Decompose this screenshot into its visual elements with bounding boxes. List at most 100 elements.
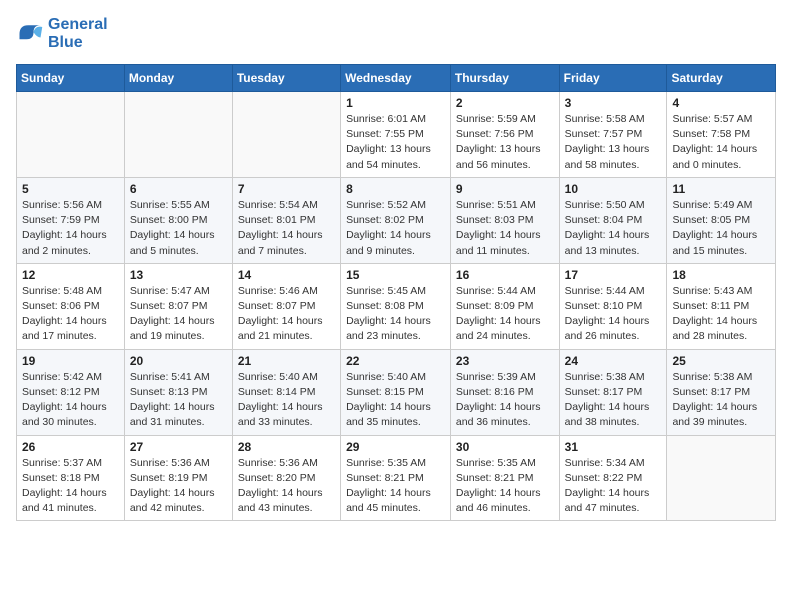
day-number: 25 [672,354,770,368]
day-cell: 5 Sunrise: 5:56 AMSunset: 7:59 PMDaylight… [17,177,125,263]
day-info: Sunrise: 5:45 AMSunset: 8:08 PMDaylight:… [346,284,445,345]
calendar-table: SundayMondayTuesdayWednesdayThursdayFrid… [16,64,776,521]
day-cell: 16 Sunrise: 5:44 AMSunset: 8:09 PMDayligh… [450,263,559,349]
calendar-body: 1 Sunrise: 6:01 AMSunset: 7:55 PMDaylight… [17,92,776,521]
day-number: 31 [565,440,662,454]
day-info: Sunrise: 5:36 AMSunset: 8:19 PMDaylight:… [130,456,227,517]
day-cell: 7 Sunrise: 5:54 AMSunset: 8:01 PMDaylight… [232,177,340,263]
day-number: 1 [346,96,445,110]
weekday-sunday: Sunday [17,65,125,92]
day-cell: 28 Sunrise: 5:36 AMSunset: 8:20 PMDayligh… [232,435,340,521]
day-cell: 13 Sunrise: 5:47 AMSunset: 8:07 PMDayligh… [124,263,232,349]
day-info: Sunrise: 5:39 AMSunset: 8:16 PMDaylight:… [456,370,554,431]
day-info: Sunrise: 5:34 AMSunset: 8:22 PMDaylight:… [565,456,662,517]
day-number: 26 [22,440,119,454]
day-info: Sunrise: 5:41 AMSunset: 8:13 PMDaylight:… [130,370,227,431]
day-number: 17 [565,268,662,282]
week-row-2: 5 Sunrise: 5:56 AMSunset: 7:59 PMDaylight… [17,177,776,263]
day-info: Sunrise: 5:36 AMSunset: 8:20 PMDaylight:… [238,456,335,517]
day-info: Sunrise: 5:50 AMSunset: 8:04 PMDaylight:… [565,198,662,259]
day-cell: 2 Sunrise: 5:59 AMSunset: 7:56 PMDaylight… [450,92,559,178]
day-number: 7 [238,182,335,196]
week-row-1: 1 Sunrise: 6:01 AMSunset: 7:55 PMDaylight… [17,92,776,178]
logo: General Blue [16,16,108,52]
day-info: Sunrise: 5:38 AMSunset: 8:17 PMDaylight:… [565,370,662,431]
day-number: 27 [130,440,227,454]
day-number: 4 [672,96,770,110]
day-cell [667,435,776,521]
weekday-wednesday: Wednesday [341,65,451,92]
day-info: Sunrise: 5:38 AMSunset: 8:17 PMDaylight:… [672,370,770,431]
day-number: 24 [565,354,662,368]
weekday-thursday: Thursday [450,65,559,92]
day-info: Sunrise: 5:44 AMSunset: 8:09 PMDaylight:… [456,284,554,345]
day-cell: 27 Sunrise: 5:36 AMSunset: 8:19 PMDayligh… [124,435,232,521]
day-cell: 12Sunrise: 5:48 AMSunset: 8:06 PMDayligh… [17,263,125,349]
day-cell: 31 Sunrise: 5:34 AMSunset: 8:22 PMDayligh… [559,435,667,521]
day-number: 2 [456,96,554,110]
logo-icon [16,20,44,48]
day-number: 13 [130,268,227,282]
day-number: 11 [672,182,770,196]
day-cell: 20 Sunrise: 5:41 AMSunset: 8:13 PMDayligh… [124,349,232,435]
day-info: Sunrise: 5:56 AMSunset: 7:59 PMDaylight:… [22,198,119,259]
day-info: Sunrise: 5:44 AMSunset: 8:10 PMDaylight:… [565,284,662,345]
day-cell: 8 Sunrise: 5:52 AMSunset: 8:02 PMDaylight… [341,177,451,263]
weekday-friday: Friday [559,65,667,92]
day-cell: 22 Sunrise: 5:40 AMSunset: 8:15 PMDayligh… [341,349,451,435]
day-info: Sunrise: 5:52 AMSunset: 8:02 PMDaylight:… [346,198,445,259]
day-number: 8 [346,182,445,196]
day-number: 14 [238,268,335,282]
day-info: Sunrise: 5:43 AMSunset: 8:11 PMDaylight:… [672,284,770,345]
day-cell: 15 Sunrise: 5:45 AMSunset: 8:08 PMDayligh… [341,263,451,349]
day-cell: 24 Sunrise: 5:38 AMSunset: 8:17 PMDayligh… [559,349,667,435]
weekday-monday: Monday [124,65,232,92]
day-number: 12 [22,268,119,282]
day-info: Sunrise: 5:58 AMSunset: 7:57 PMDaylight:… [565,112,662,173]
day-info: Sunrise: 5:55 AMSunset: 8:00 PMDaylight:… [130,198,227,259]
day-cell: 21Sunrise: 5:40 AMSunset: 8:14 PMDayligh… [232,349,340,435]
day-info: Sunrise: 5:59 AMSunset: 7:56 PMDaylight:… [456,112,554,173]
day-number: 5 [22,182,119,196]
day-number: 6 [130,182,227,196]
day-cell: 23 Sunrise: 5:39 AMSunset: 8:16 PMDayligh… [450,349,559,435]
day-cell: 30 Sunrise: 5:35 AMSunset: 8:21 PMDayligh… [450,435,559,521]
day-number: 16 [456,268,554,282]
day-number: 15 [346,268,445,282]
day-info: Sunrise: 6:01 AMSunset: 7:55 PMDaylight:… [346,112,445,173]
day-cell [124,92,232,178]
day-info: Sunrise: 5:49 AMSunset: 8:05 PMDaylight:… [672,198,770,259]
day-info: Sunrise: 5:40 AMSunset: 8:15 PMDaylight:… [346,370,445,431]
day-cell: 11 Sunrise: 5:49 AMSunset: 8:05 PMDayligh… [667,177,776,263]
day-info: Sunrise: 5:47 AMSunset: 8:07 PMDaylight:… [130,284,227,345]
day-cell: 6 Sunrise: 5:55 AMSunset: 8:00 PMDaylight… [124,177,232,263]
day-cell: 10Sunrise: 5:50 AMSunset: 8:04 PMDayligh… [559,177,667,263]
day-cell: 1 Sunrise: 6:01 AMSunset: 7:55 PMDaylight… [341,92,451,178]
day-number: 9 [456,182,554,196]
day-cell [232,92,340,178]
day-number: 18 [672,268,770,282]
day-number: 28 [238,440,335,454]
day-info: Sunrise: 5:35 AMSunset: 8:21 PMDaylight:… [456,456,554,517]
week-row-5: 26 Sunrise: 5:37 AMSunset: 8:18 PMDayligh… [17,435,776,521]
day-number: 22 [346,354,445,368]
day-info: Sunrise: 5:57 AMSunset: 7:58 PMDaylight:… [672,112,770,173]
day-info: Sunrise: 5:35 AMSunset: 8:21 PMDaylight:… [346,456,445,517]
day-cell: 25 Sunrise: 5:38 AMSunset: 8:17 PMDayligh… [667,349,776,435]
day-info: Sunrise: 5:37 AMSunset: 8:18 PMDaylight:… [22,456,119,517]
day-cell: 29 Sunrise: 5:35 AMSunset: 8:21 PMDayligh… [341,435,451,521]
day-cell: 3Sunrise: 5:58 AMSunset: 7:57 PMDaylight… [559,92,667,178]
day-number: 20 [130,354,227,368]
day-info: Sunrise: 5:46 AMSunset: 8:07 PMDaylight:… [238,284,335,345]
day-info: Sunrise: 5:42 AMSunset: 8:12 PMDaylight:… [22,370,119,431]
day-cell: 26 Sunrise: 5:37 AMSunset: 8:18 PMDayligh… [17,435,125,521]
day-number: 30 [456,440,554,454]
day-info: Sunrise: 5:54 AMSunset: 8:01 PMDaylight:… [238,198,335,259]
day-cell [17,92,125,178]
day-number: 21 [238,354,335,368]
weekday-header-row: SundayMondayTuesdayWednesdayThursdayFrid… [17,65,776,92]
day-number: 23 [456,354,554,368]
day-number: 19 [22,354,119,368]
day-number: 29 [346,440,445,454]
day-cell: 18 Sunrise: 5:43 AMSunset: 8:11 PMDayligh… [667,263,776,349]
